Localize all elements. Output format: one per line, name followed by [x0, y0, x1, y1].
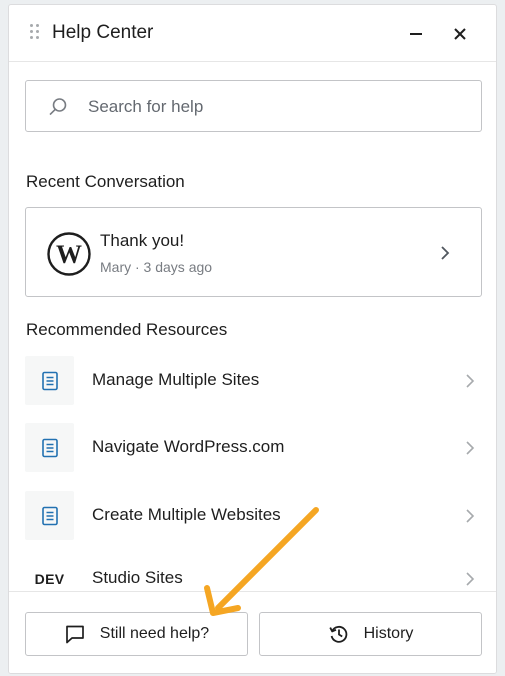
- document-icon: [41, 371, 58, 390]
- resource-label: Navigate WordPress.com: [92, 437, 285, 456]
- recent-conversation-card[interactable]: W Thank you! Mary · 3 days ago: [25, 207, 482, 297]
- resource-label: Create Multiple Websites: [92, 505, 281, 524]
- panel-title: Help Center: [52, 22, 154, 43]
- help-center-panel: Help Center Recent Conversation W Thank: [8, 4, 497, 674]
- help-center-footer: Still need help? History: [9, 591, 496, 673]
- history-icon: [329, 625, 347, 643]
- history-label: History: [363, 625, 414, 642]
- minimize-icon: [410, 33, 422, 35]
- search-icon: [49, 98, 67, 116]
- chevron-right-icon: [466, 572, 475, 586]
- resource-icon-box: [25, 356, 74, 405]
- still-need-help-label: Still need help?: [99, 625, 210, 642]
- resource-label: Studio Sites: [92, 568, 183, 587]
- resource-icon-box: [25, 491, 74, 540]
- close-button[interactable]: [445, 19, 475, 49]
- document-icon: [41, 438, 58, 457]
- chevron-right-icon: [466, 509, 475, 523]
- drag-handle-icon[interactable]: [30, 24, 42, 40]
- history-button[interactable]: History: [259, 612, 482, 656]
- chevron-right-icon: [466, 374, 475, 388]
- dev-badge: DEV: [34, 570, 65, 587]
- resource-icon-box: [25, 423, 74, 472]
- chat-bubble-icon: [65, 625, 84, 644]
- still-need-help-button[interactable]: Still need help?: [25, 612, 248, 656]
- svg-text:W: W: [56, 240, 82, 269]
- resource-item-navigate-wordpress[interactable]: Navigate WordPress.com: [25, 423, 482, 473]
- resource-label: Manage Multiple Sites: [92, 370, 260, 389]
- chevron-right-icon: [466, 441, 475, 455]
- recent-conversation-heading: Recent Conversation: [26, 172, 185, 191]
- close-icon: [454, 28, 466, 40]
- document-icon: [41, 506, 58, 525]
- search-input[interactable]: [86, 91, 470, 123]
- conversation-title: Thank you!: [100, 231, 185, 250]
- chevron-right-icon: [441, 246, 450, 260]
- help-center-header: Help Center: [9, 5, 496, 62]
- search-box[interactable]: [25, 80, 482, 132]
- wordpress-logo-icon: W: [47, 232, 91, 276]
- recommended-resources-heading: Recommended Resources: [26, 320, 228, 339]
- minimize-button[interactable]: [401, 19, 431, 49]
- resource-item-manage-multiple-sites[interactable]: Manage Multiple Sites: [25, 356, 482, 406]
- conversation-meta: Mary · 3 days ago: [100, 259, 213, 275]
- resource-item-create-multiple-websites[interactable]: Create Multiple Websites: [25, 491, 482, 541]
